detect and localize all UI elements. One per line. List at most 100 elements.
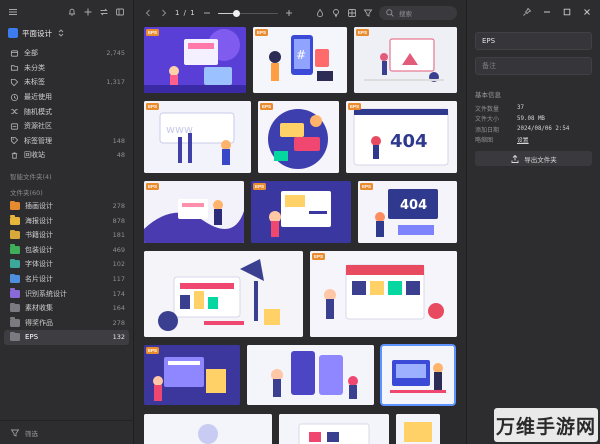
menu-icon[interactable] xyxy=(8,7,18,17)
thumbnail-illustration xyxy=(144,345,240,405)
info-section-title: 基本信息 xyxy=(475,91,501,99)
item-count: 1,317 xyxy=(106,78,125,87)
chevron-updown-icon xyxy=(56,28,66,38)
minimize-icon[interactable] xyxy=(542,7,552,17)
library-switcher[interactable]: 平面设计 xyxy=(0,24,133,42)
svg-text:#: # xyxy=(296,48,306,62)
info-key: 添加日期 xyxy=(475,126,500,134)
folder-count: 181 xyxy=(112,231,125,240)
sidebar-item-community[interactable]: 资源社区 xyxy=(0,119,133,134)
export-icon xyxy=(510,154,520,164)
thumbnail-settings-link[interactable]: 设置 xyxy=(517,135,529,144)
eps-badge: EPS xyxy=(356,29,370,36)
gallery-thumbnail[interactable]: EPS xyxy=(258,101,339,173)
sidebar-item-all[interactable]: 全部 2,745 xyxy=(0,46,133,61)
thumbnail-illustration xyxy=(382,346,454,404)
thumbnail-illustration xyxy=(144,251,303,337)
sidebar-item-untagged[interactable]: 未标签 1,317 xyxy=(0,75,133,90)
uncategorized-icon xyxy=(10,63,19,72)
folder-icon xyxy=(10,273,20,284)
zoom-out-icon[interactable] xyxy=(202,8,212,18)
back-icon[interactable] xyxy=(143,8,153,18)
folder-item-illustration[interactable]: 插画设计 278 xyxy=(0,199,133,214)
folder-name-field[interactable]: EPS xyxy=(475,32,592,50)
eps-badge: EPS xyxy=(312,253,326,260)
forward-icon[interactable] xyxy=(159,8,169,18)
all-icon xyxy=(10,49,19,58)
maximize-icon[interactable] xyxy=(562,7,572,17)
folder-name-value[interactable]: EPS xyxy=(482,37,495,45)
thumbnail-illustration xyxy=(144,414,272,444)
search-input[interactable]: 搜索 xyxy=(399,8,412,18)
item-count: 148 xyxy=(112,136,125,145)
sidebar-item-recent[interactable]: 最近使用 xyxy=(0,90,133,105)
sidebar-item-uncategorized[interactable]: 未分类 xyxy=(0,61,133,76)
folder-item-identity[interactable]: 识别系统设计 174 xyxy=(0,286,133,301)
sync-icon[interactable] xyxy=(99,7,109,17)
gallery-thumbnail[interactable]: EPS xyxy=(310,251,457,337)
gallery-thumbnail[interactable]: EPS xyxy=(144,345,240,405)
gallery-toolbar: 1 / 1 搜索 xyxy=(135,0,465,26)
folder-icon xyxy=(10,317,20,327)
add-icon[interactable] xyxy=(83,7,93,17)
search-box[interactable]: 搜索 xyxy=(379,6,457,20)
sidebar-item-label: 回收站 xyxy=(24,151,45,160)
folder-icon xyxy=(10,244,20,254)
zoom-in-icon[interactable] xyxy=(284,8,294,18)
gallery-thumbnail[interactable] xyxy=(279,414,389,444)
eps-badge: EPS xyxy=(360,183,374,190)
thumbnail-illustration: 404 xyxy=(346,101,457,173)
folder-item-packaging[interactable]: 包装设计 469 xyxy=(0,243,133,258)
color-filter-icon[interactable] xyxy=(315,8,325,18)
folder-item-eps[interactable]: EPS 132 xyxy=(4,330,129,345)
zoom-slider[interactable] xyxy=(217,8,278,18)
note-field[interactable]: 备注 xyxy=(475,57,592,75)
thumbnail-illustration xyxy=(144,181,244,243)
info-key: 略缩图 xyxy=(475,137,494,145)
gallery-thumbnail[interactable]: EPS xyxy=(354,27,457,93)
slider-knob[interactable] xyxy=(233,9,241,17)
gallery-thumbnail[interactable]: # EPS xyxy=(253,27,347,93)
folder-label: 包装设计 xyxy=(25,245,53,254)
smart-folders-header[interactable]: 智能文件夹(4) xyxy=(0,169,133,183)
svg-text:404: 404 xyxy=(400,198,427,213)
close-icon[interactable] xyxy=(582,7,592,17)
gallery-thumbnail[interactable]: 404 EPS xyxy=(358,181,457,243)
random-icon xyxy=(10,107,19,116)
thumbnail-illustration: 404 xyxy=(358,181,457,243)
folder-item-book[interactable]: 书籍设计 181 xyxy=(0,228,133,243)
gallery-thumbnail[interactable]: EPS xyxy=(144,181,244,243)
bell-icon[interactable] xyxy=(67,7,77,17)
gallery-thumbnail[interactable]: 404 EPS xyxy=(346,101,457,173)
gallery-thumbnail[interactable]: EPS xyxy=(144,27,246,93)
gallery-thumbnail[interactable]: www EPS xyxy=(144,101,251,173)
export-folder-button[interactable]: 导出文件夹 xyxy=(475,151,592,166)
layout-icon[interactable] xyxy=(347,8,357,18)
folder-item-material[interactable]: 素材收集 164 xyxy=(0,301,133,316)
gallery-thumbnail-selected[interactable] xyxy=(380,344,456,406)
filter-funnel-icon[interactable] xyxy=(363,8,373,18)
thumbnail-illustration xyxy=(251,181,351,243)
filter-bar[interactable]: 筛选 xyxy=(0,420,134,444)
folder-item-card[interactable]: 名片设计 117 xyxy=(0,272,133,287)
gallery-thumbnail[interactable] xyxy=(144,414,272,444)
folder-item-typeface[interactable]: 字体设计 102 xyxy=(0,257,133,272)
folder-item-poster[interactable]: 海报设计 878 xyxy=(0,213,133,228)
gallery-thumbnail[interactable] xyxy=(144,251,303,337)
sidebar-item-trash[interactable]: 回收站 48 xyxy=(0,148,133,163)
pin-icon[interactable] xyxy=(522,7,532,17)
folder-item-award[interactable]: 得奖作品 278 xyxy=(0,316,133,331)
info-value: 2024/08/06 2:54 xyxy=(517,126,570,133)
gallery-thumbnail[interactable]: EPS xyxy=(251,181,351,243)
sidebar-item-tags[interactable]: 标签管理 148 xyxy=(0,134,133,149)
note-placeholder[interactable]: 备注 xyxy=(482,61,496,71)
thumbnail-illustration xyxy=(396,414,440,444)
sidebar-toggle-icon[interactable] xyxy=(115,7,125,17)
gallery-thumbnail[interactable] xyxy=(247,345,374,405)
folders-header[interactable]: 文件夹(60) xyxy=(0,185,133,199)
info-row-date-added: 添加日期 2024/08/06 2:54 xyxy=(475,124,592,135)
bulb-icon[interactable] xyxy=(331,8,341,18)
search-icon xyxy=(385,8,395,18)
sidebar-item-random[interactable]: 随机模式 xyxy=(0,104,133,119)
gallery-thumbnail[interactable] xyxy=(396,414,440,444)
